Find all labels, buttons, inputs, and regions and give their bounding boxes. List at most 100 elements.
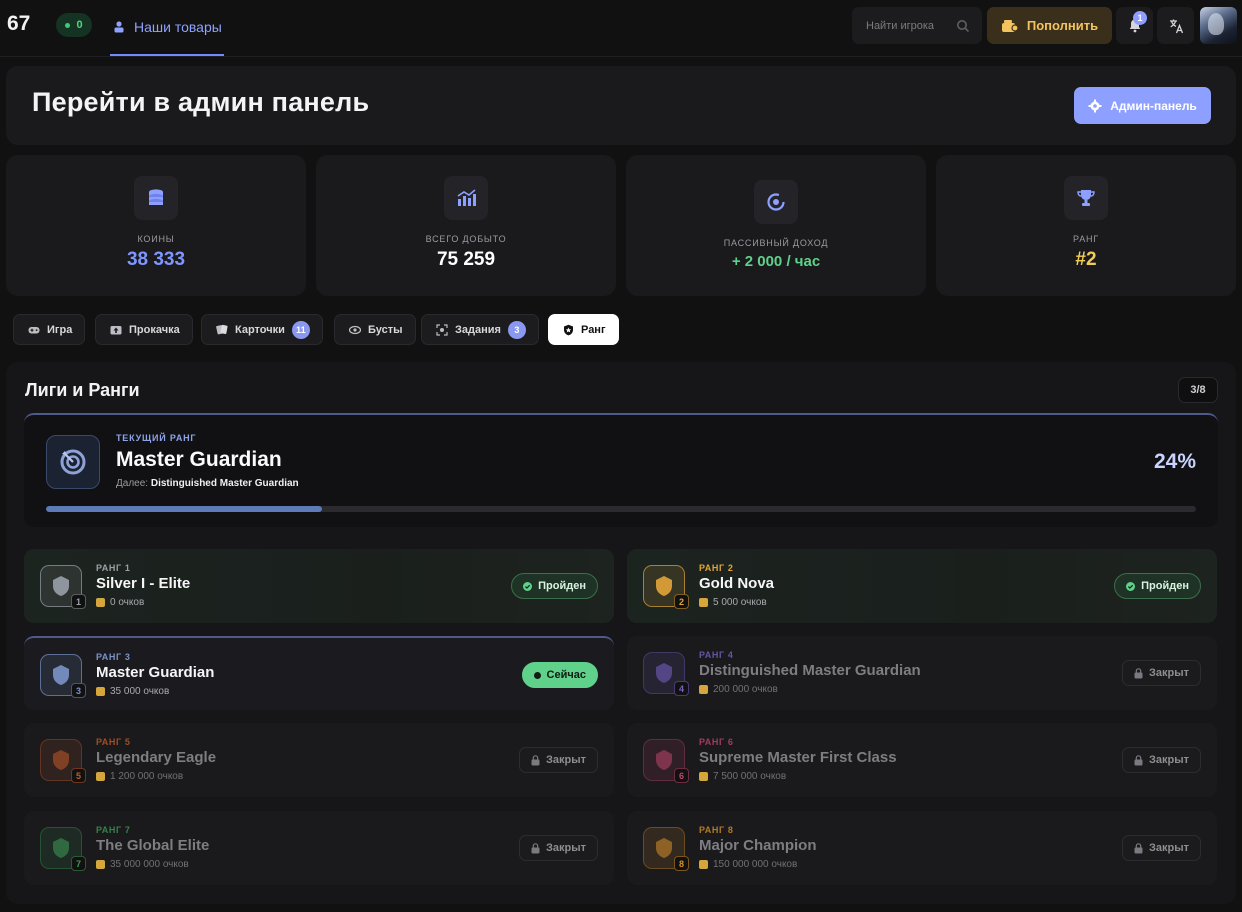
rank-status-badge: Закрыт bbox=[518, 747, 598, 773]
coin-icon bbox=[699, 685, 708, 694]
stat-value-passive-text: + 2 000 / час bbox=[731, 253, 821, 270]
rank-name: Legendary Eagle bbox=[96, 749, 217, 766]
current-rank-kicker: ТЕКУЩИЙ РАНГ bbox=[116, 433, 197, 443]
avatar[interactable] bbox=[1200, 7, 1237, 44]
rank-kicker: РАНГ 3 bbox=[96, 652, 131, 662]
tab-tasks[interactable]: Задания 3 bbox=[421, 314, 539, 345]
tasks-icon bbox=[436, 323, 448, 336]
stat-value-rank: #2 bbox=[1075, 249, 1097, 270]
online-count: 0 bbox=[76, 19, 83, 31]
current-rank-name: Master Guardian bbox=[116, 448, 282, 471]
rank-points: 150 000 000 очков bbox=[699, 859, 797, 870]
rank-card[interactable]: 5 РАНГ 5 Legendary Eagle 1 200 000 очков Зак… bbox=[24, 723, 614, 797]
rank-card[interactable]: 1 РАНГ 1 Silver I - Elite 0 очков Пройден bbox=[24, 549, 614, 623]
current-rank-icon bbox=[46, 435, 100, 489]
stat-label: КОИНЫ bbox=[137, 234, 175, 244]
rank-card[interactable]: 4 РАНГ 4 Distinguished Master Guardian 200 … bbox=[627, 636, 1217, 710]
check-icon bbox=[523, 581, 533, 591]
section-title: Лиги и Ранги bbox=[25, 380, 140, 400]
rank-name: Major Champion bbox=[699, 837, 817, 854]
lock-icon bbox=[531, 754, 540, 765]
rank-status-label: Закрыт bbox=[545, 842, 586, 854]
coin-icon bbox=[96, 772, 105, 781]
tab-game[interactable]: Игра bbox=[13, 314, 86, 345]
stat-label: РАНГ bbox=[1073, 234, 1099, 244]
next-rank-name: Distinguished Master Guardian bbox=[150, 478, 299, 489]
online-dot-icon bbox=[65, 22, 71, 28]
tab-cards[interactable]: Карточки 11 bbox=[201, 314, 323, 345]
coin-icon bbox=[699, 598, 708, 607]
rank-points: 200 000 очков bbox=[699, 684, 778, 695]
rank-card[interactable]: 3 РАНГ 3 Master Guardian 35 000 очков Сейчас bbox=[24, 636, 614, 710]
shield-icon bbox=[564, 324, 573, 335]
rank-name: Distinguished Master Guardian bbox=[699, 662, 921, 679]
nav-tab-our-products[interactable]: Наши товары bbox=[110, 0, 224, 56]
tab-label: Бусты bbox=[368, 323, 403, 336]
notifications-button[interactable]: 1 bbox=[1116, 7, 1153, 44]
rank-points: 0 очков bbox=[96, 597, 144, 608]
rank-status-label: Сейчас bbox=[546, 669, 586, 681]
rank-number: 5 bbox=[71, 768, 86, 783]
coin-icon bbox=[96, 598, 105, 607]
rank-number: 4 bbox=[674, 681, 689, 696]
rank-points-value: 1 200 000 очков bbox=[110, 771, 184, 782]
rank-kicker: РАНГ 6 bbox=[699, 737, 734, 747]
rank-status-badge: Сейчас bbox=[521, 662, 598, 688]
stat-label: ВСЕГО ДОБЫТО bbox=[425, 234, 507, 244]
rank-card[interactable]: 8 РАНГ 8 Major Champion 150 000 000 очков За… bbox=[627, 811, 1217, 885]
logo[interactable]: 67 bbox=[7, 12, 30, 36]
rank-status-label: Закрыт bbox=[1148, 667, 1189, 679]
rank-points-value: 35 000 000 очков bbox=[110, 859, 189, 870]
rank-number: 8 bbox=[674, 856, 689, 871]
rank-points-value: 200 000 очков bbox=[713, 684, 778, 695]
cards-icon bbox=[216, 324, 228, 335]
rank-number: 1 bbox=[71, 594, 86, 609]
rank-points-value: 35 000 очков bbox=[110, 686, 170, 697]
rank-progress-fill bbox=[46, 506, 322, 512]
rank-status-label: Пройден bbox=[538, 580, 586, 592]
topup-button[interactable]: Пополнить bbox=[987, 7, 1112, 44]
ranks-progress-count: 3/8 bbox=[1178, 377, 1218, 403]
rank-name: The Global Elite bbox=[96, 837, 210, 854]
tab-label: Прокачка bbox=[129, 323, 180, 336]
tab-upgrade[interactable]: Прокачка bbox=[95, 314, 193, 345]
stat-rank: РАНГ #2 bbox=[936, 155, 1236, 296]
stat-value-passive: + 2 000 / час bbox=[626, 253, 926, 270]
rank-status-label: Закрыт bbox=[1148, 754, 1189, 766]
rank-number: 3 bbox=[71, 683, 86, 698]
stat-total-mined: ВСЕГО ДОБЫТО 75 259 bbox=[316, 155, 616, 296]
rank-card[interactable]: 6 РАНГ 6 Supreme Master First Class 7 500 0… bbox=[627, 723, 1217, 797]
tab-label: Задания bbox=[455, 323, 501, 336]
online-indicator: 0 bbox=[56, 13, 92, 37]
tab-rank[interactable]: Ранг bbox=[548, 314, 619, 345]
rank-points-value: 5 000 очков bbox=[713, 597, 767, 608]
rank-kicker: РАНГ 4 bbox=[699, 650, 734, 660]
rank-status-label: Пройден bbox=[1141, 580, 1189, 592]
admin-title: Перейти в админ панель bbox=[32, 87, 370, 117]
tab-count-badge: 11 bbox=[291, 320, 310, 339]
rank-status-badge: Пройден bbox=[1114, 573, 1201, 599]
rank-name: Gold Nova bbox=[699, 575, 775, 592]
tab-boosts[interactable]: Бусты bbox=[334, 314, 416, 345]
stat-value-total: 75 259 bbox=[436, 249, 496, 270]
rank-kicker: РАНГ 7 bbox=[96, 825, 131, 835]
lock-icon bbox=[1134, 667, 1143, 678]
admin-panel-button[interactable]: Админ-панель bbox=[1074, 87, 1211, 124]
chart-icon bbox=[444, 176, 488, 220]
language-button[interactable] bbox=[1157, 7, 1194, 44]
rank-card[interactable]: 7 РАНГ 7 The Global Elite 35 000 000 очков З… bbox=[24, 811, 614, 885]
search-input[interactable] bbox=[866, 19, 951, 32]
coin-icon bbox=[699, 860, 708, 869]
rank-points-value: 7 500 000 очков bbox=[713, 771, 787, 782]
gamepad-icon bbox=[28, 326, 40, 333]
rank-kicker: РАНГ 1 bbox=[96, 563, 131, 573]
wallet-icon bbox=[1001, 19, 1019, 32]
coin-icon bbox=[96, 860, 105, 869]
stat-label: ПАССИВНЫЙ ДОХОД bbox=[723, 238, 829, 248]
rank-kicker: РАНГ 8 bbox=[699, 825, 734, 835]
stat-value-coins: 38 333 bbox=[126, 249, 186, 270]
rank-status-badge: Закрыт bbox=[1121, 660, 1201, 686]
rank-card[interactable]: 2 РАНГ 2 Gold Nova 5 000 очков Пройден bbox=[627, 549, 1217, 623]
trophy-icon bbox=[1064, 176, 1108, 220]
player-search[interactable] bbox=[852, 7, 982, 44]
